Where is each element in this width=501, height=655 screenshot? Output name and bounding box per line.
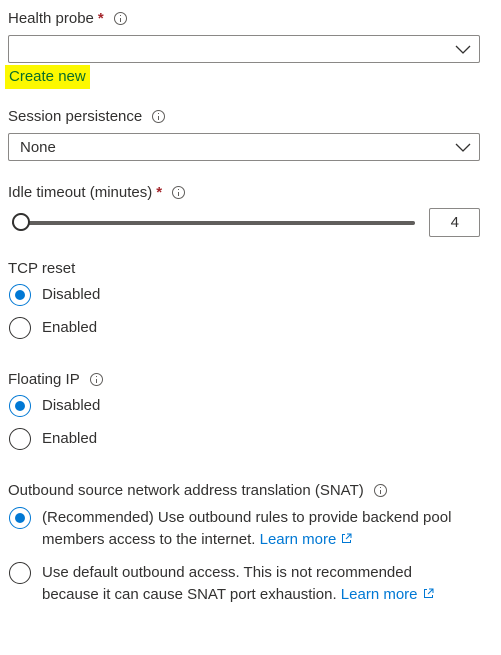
info-icon[interactable] (113, 11, 127, 25)
session-persistence-value: None (20, 139, 56, 156)
tcp-reset-disabled-radio[interactable] (9, 284, 31, 306)
health-probe-dropdown[interactable] (8, 35, 480, 63)
tcp-reset-enabled-label: Enabled (42, 319, 98, 336)
info-icon[interactable] (89, 372, 103, 386)
tcp-reset-label-row: TCP reset (8, 258, 75, 278)
external-link-icon (423, 588, 434, 598)
info-icon[interactable] (373, 483, 387, 497)
session-persistence-label-row: Session persistence (8, 106, 166, 126)
info-icon[interactable] (172, 185, 186, 199)
tcp-reset-disabled-label: Disabled (42, 286, 101, 303)
session-persistence-label: Session persistence (8, 107, 143, 125)
learn-more-text: Learn more (340, 586, 418, 603)
floating-ip-enabled-label: Enabled (42, 430, 98, 447)
floating-ip-label-row: Floating IP (8, 369, 103, 389)
health-probe-label: Health probe (8, 9, 94, 27)
learn-more-text: Learn more (259, 531, 337, 548)
floating-ip-disabled-radio[interactable] (9, 395, 31, 417)
floating-ip-disabled-label: Disabled (42, 397, 101, 414)
idle-timeout-label-row: Idle timeout (minutes) * (8, 182, 186, 202)
learn-more-link[interactable]: Learn more (341, 586, 434, 603)
info-icon[interactable] (152, 109, 166, 123)
required-mark: * (97, 9, 104, 27)
idle-timeout-slider-thumb[interactable] (12, 213, 30, 231)
snat-label-row: Outbound source network address translat… (8, 480, 387, 500)
learn-more-link[interactable]: Learn more (260, 531, 353, 548)
snat-recommended-text: (Recommended) Use outbound rules to prov… (42, 509, 452, 548)
idle-timeout-label: Idle timeout (minutes) (8, 183, 153, 201)
idle-timeout-slider-track[interactable] (12, 221, 415, 225)
floating-ip-enabled-radio[interactable] (9, 428, 31, 450)
idle-timeout-input[interactable]: 4 (429, 208, 480, 237)
chevron-down-icon (455, 45, 471, 54)
snat-default-radio[interactable] (9, 562, 31, 584)
health-probe-label-row: Health probe * (8, 8, 127, 28)
floating-ip-label: Floating IP (8, 370, 80, 388)
session-persistence-dropdown[interactable]: None (8, 133, 480, 161)
external-link-icon (342, 533, 352, 543)
required-mark: * (156, 183, 163, 201)
snat-default-label: Use default outbound access. This is not… (42, 562, 472, 606)
snat-recommended-label: (Recommended) Use outbound rules to prov… (42, 507, 472, 551)
chevron-down-icon (455, 143, 471, 152)
snat-label: Outbound source network address translat… (8, 481, 364, 499)
tcp-reset-label: TCP reset (8, 259, 76, 277)
tcp-reset-enabled-radio[interactable] (9, 317, 31, 339)
create-new-link[interactable]: Create new (5, 65, 90, 89)
snat-recommended-radio[interactable] (9, 507, 31, 529)
